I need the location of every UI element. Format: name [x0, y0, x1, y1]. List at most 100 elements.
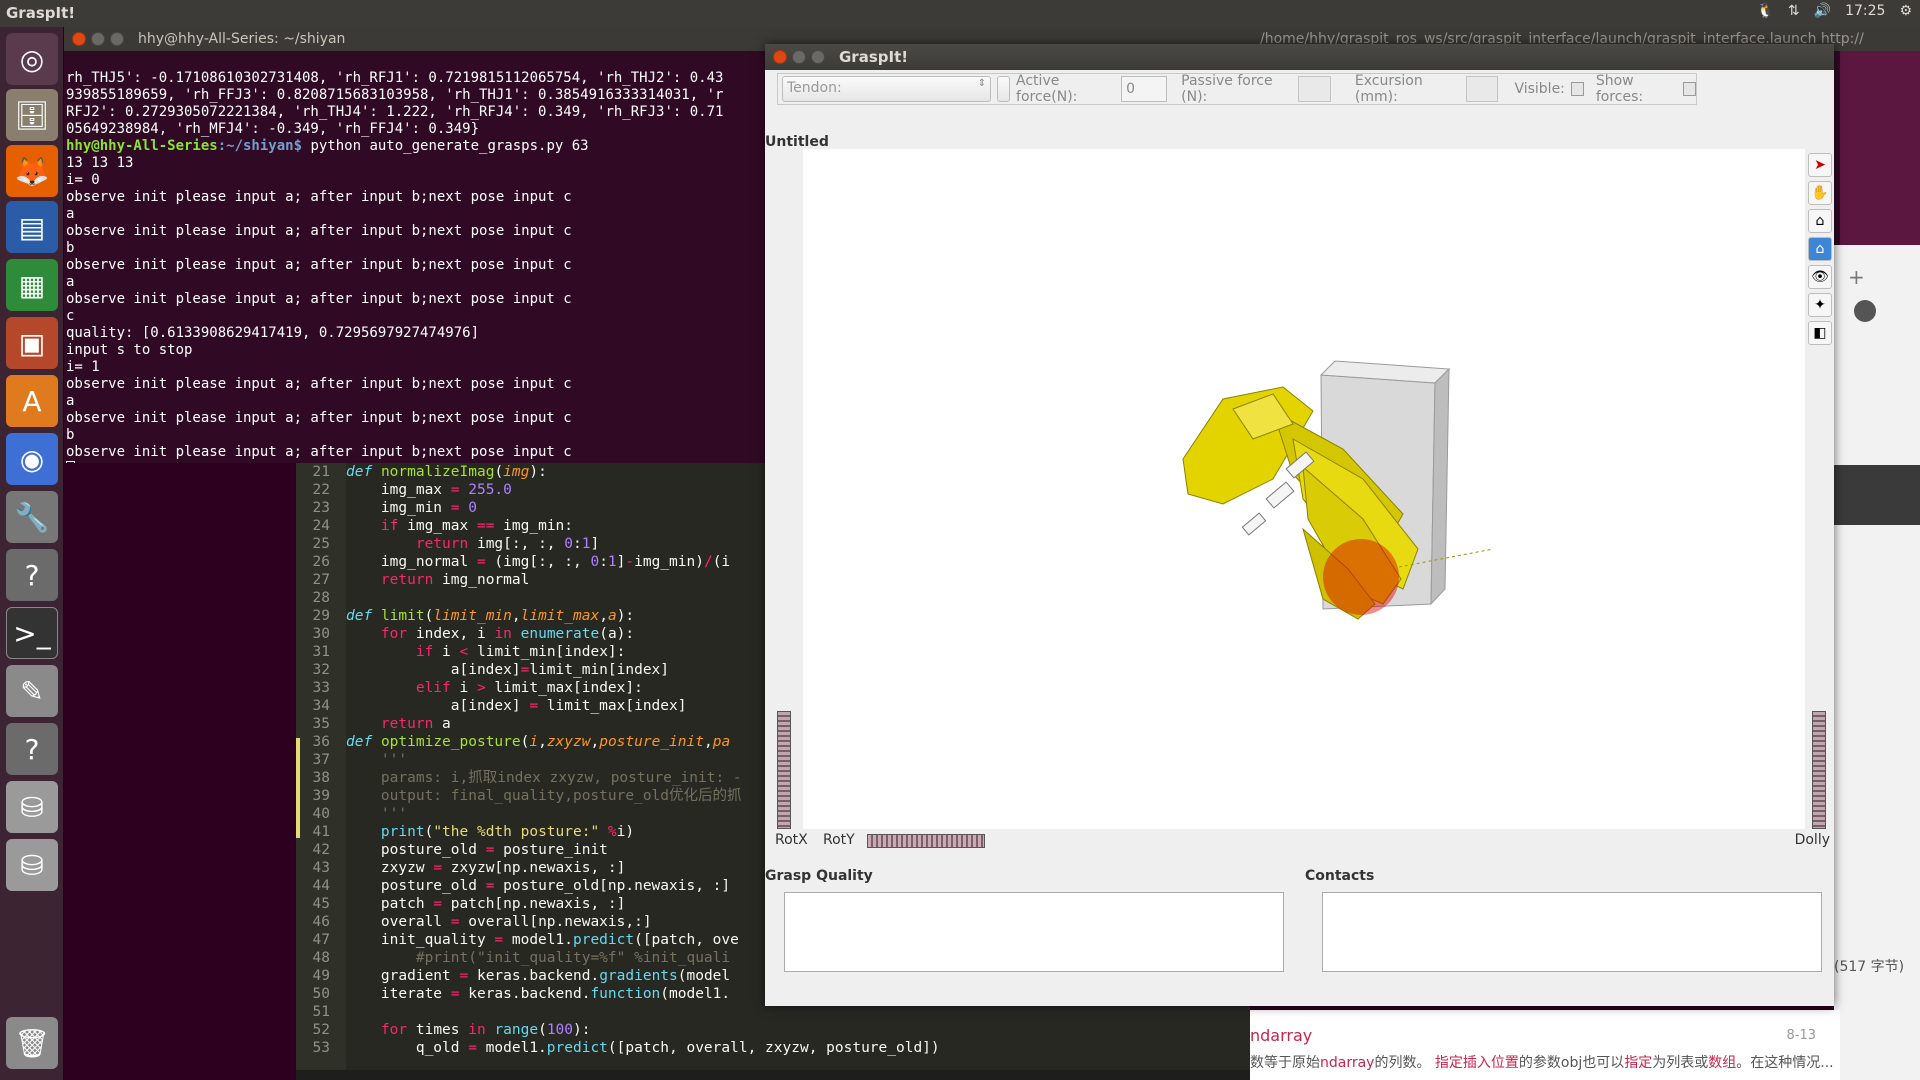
line-number: 28	[312, 590, 330, 606]
text-editor-icon[interactable]: ✎	[6, 665, 58, 717]
roty-label: RotY	[823, 832, 855, 848]
ubuntu-dash-icon[interactable]: ◎	[6, 33, 58, 85]
software-center-icon[interactable]: A	[6, 375, 58, 427]
code-text: return img_normal	[380, 572, 530, 588]
active-force-spinbox[interactable]: 0	[1121, 76, 1168, 102]
show-forces-checkbox[interactable]	[1683, 82, 1697, 96]
code-text: posture_old = posture_init	[346, 842, 608, 858]
eye-view-all-icon[interactable]: 👁	[1808, 265, 1832, 289]
line-number: 41	[312, 824, 330, 840]
line-number: 36	[312, 734, 330, 750]
line-number: 53	[312, 1040, 330, 1056]
code-text: for times in range(100):	[380, 1022, 591, 1038]
set-home-icon[interactable]: ⌂	[1808, 237, 1832, 261]
passive-force-field[interactable]	[1298, 76, 1331, 102]
disk-icon-2[interactable]: ⛁	[6, 839, 58, 891]
impress-icon[interactable]: ▣	[6, 317, 58, 369]
settings-icon[interactable]: 🔧	[6, 491, 58, 543]
passive-force-label: Passive force (N):	[1181, 73, 1273, 105]
tendon-select-arrow[interactable]	[997, 76, 1011, 102]
perspective-icon[interactable]: ◧	[1808, 321, 1832, 345]
close-button[interactable]	[773, 50, 787, 64]
grasp-quality-list[interactable]	[784, 892, 1284, 972]
new-tab-icon[interactable]: +	[1848, 265, 1865, 289]
code-line[interactable]: 53 q_old = model1.predict([patch, overal…	[296, 1039, 940, 1057]
visible-checkbox[interactable]	[1570, 82, 1584, 96]
home-view-icon[interactable]: ⌂	[1808, 209, 1832, 233]
line-number: 39	[312, 788, 330, 804]
line-number: 42	[312, 842, 330, 858]
graspit-titlebar[interactable]: GraspIt!	[765, 44, 1834, 70]
code-text: img_min = 0	[346, 500, 477, 516]
network-arrows-icon[interactable]: ⇅	[1788, 3, 1800, 19]
code-text: posture_old = posture_old[np.newaxis, :]	[346, 878, 731, 894]
top-panel: GraspIt! 🐧 ⇅ 🔊 17:25 ⚙	[0, 0, 1920, 27]
code-text: if img_max == img_min:	[380, 518, 574, 534]
terminal-icon[interactable]: >_	[6, 607, 58, 659]
line-number: 35	[312, 716, 330, 732]
launcher: ◎ 🗄 🦊 ▤ ▦ ▣ A ◉ 🔧 ? >_ ✎ ? ⛁ ⛁ 🗑	[0, 27, 64, 1080]
3d-viewer[interactable]	[803, 149, 1805, 829]
code-text: def limit(limit_min,limit_max,a):	[346, 608, 635, 624]
excursion-label: Excursion (mm):	[1354, 73, 1423, 105]
tux-icon[interactable]: 🐧	[1756, 3, 1773, 19]
prompt-path: :~/shiyan$	[217, 138, 303, 154]
search-result-item[interactable]: ndarray 8-13 数等于原始ndarray的列数。 指定插入位置的参数o…	[1250, 1010, 1840, 1080]
show-forces-label: Show forces:	[1595, 73, 1644, 105]
maximize-button[interactable]	[811, 50, 825, 64]
tendon-select[interactable]: Tendon: ⇕	[782, 76, 992, 102]
account-icon[interactable]	[1854, 300, 1876, 322]
line-number: 45	[312, 896, 330, 912]
calc-icon[interactable]: ▦	[6, 259, 58, 311]
tendon-toolbar: Tendon: ⇕ Active force(N): 0 Passive for…	[777, 73, 1697, 105]
line-number: 22	[312, 482, 330, 498]
select-arrow-icon[interactable]: ➤	[1808, 153, 1832, 177]
line-number: 49	[312, 968, 330, 984]
result-date: 8-13	[1786, 1028, 1816, 1043]
firefox-icon[interactable]: 🦊	[6, 145, 58, 197]
close-button[interactable]	[72, 32, 86, 46]
contacts-list[interactable]	[1322, 892, 1822, 972]
line-number: 30	[312, 626, 330, 642]
code-text: iterate = keras.backend.function(model1.	[346, 986, 731, 1002]
minimize-button[interactable]	[91, 32, 105, 46]
hand-pan-icon[interactable]: ✋	[1808, 181, 1832, 205]
code-text: init_quality = model1.predict([patch, ov…	[346, 932, 739, 948]
files-icon[interactable]: 🗄	[6, 89, 58, 141]
writer-icon[interactable]: ▤	[6, 201, 58, 253]
code-text: def normalizeImag(img):	[346, 464, 547, 480]
volume-icon[interactable]: 🔊	[1814, 3, 1831, 19]
minimize-button[interactable]	[792, 50, 806, 64]
help-icon-2[interactable]: ?	[6, 723, 58, 775]
horizontal-scrollbar[interactable]	[296, 1070, 1250, 1080]
gear-icon[interactable]: ⚙	[1899, 3, 1912, 19]
chrome-icon[interactable]: ◉	[6, 433, 58, 485]
viewer-left-controls	[765, 149, 803, 829]
browser-window: + (517 字节)	[1834, 245, 1920, 1080]
graspit-window[interactable]: GraspIt! Tendon: ⇕ Active force(N): 0 Pa…	[765, 44, 1834, 1006]
code-text: img_max = 255.0	[346, 482, 512, 498]
code-text: zxyzw = zxyzw[np.newaxis, :]	[346, 860, 626, 876]
line-number: 27	[312, 572, 330, 588]
system-tray: 🐧 ⇅ 🔊 17:25 ⚙	[1756, 3, 1912, 19]
rotx-wheel[interactable]	[777, 711, 791, 829]
roty-wheel[interactable]	[867, 834, 985, 848]
rotx-label: RotX	[775, 832, 808, 848]
excursion-field[interactable]	[1465, 76, 1499, 102]
help-icon[interactable]: ?	[6, 549, 58, 601]
code-text: if i < limit_min[index]:	[415, 644, 626, 660]
code-text: '''	[380, 806, 408, 822]
line-number: 52	[312, 1022, 330, 1038]
code-text: a[index]=limit_min[index]	[346, 662, 670, 678]
code-text: a[index] = limit_max[index]	[346, 698, 687, 714]
visible-label: Visible:	[1514, 81, 1565, 97]
dolly-wheel[interactable]	[1812, 711, 1826, 829]
result-title[interactable]: ndarray	[1250, 1026, 1312, 1045]
disk-icon[interactable]: ⛁	[6, 781, 58, 833]
code-line[interactable]: 52 for times in range(100):	[296, 1021, 940, 1039]
seek-icon[interactable]: ✦	[1808, 293, 1832, 317]
clock[interactable]: 17:25	[1845, 3, 1885, 19]
trash-icon[interactable]: 🗑	[6, 1017, 58, 1069]
line-number: 38	[312, 770, 330, 786]
maximize-button[interactable]	[110, 32, 124, 46]
